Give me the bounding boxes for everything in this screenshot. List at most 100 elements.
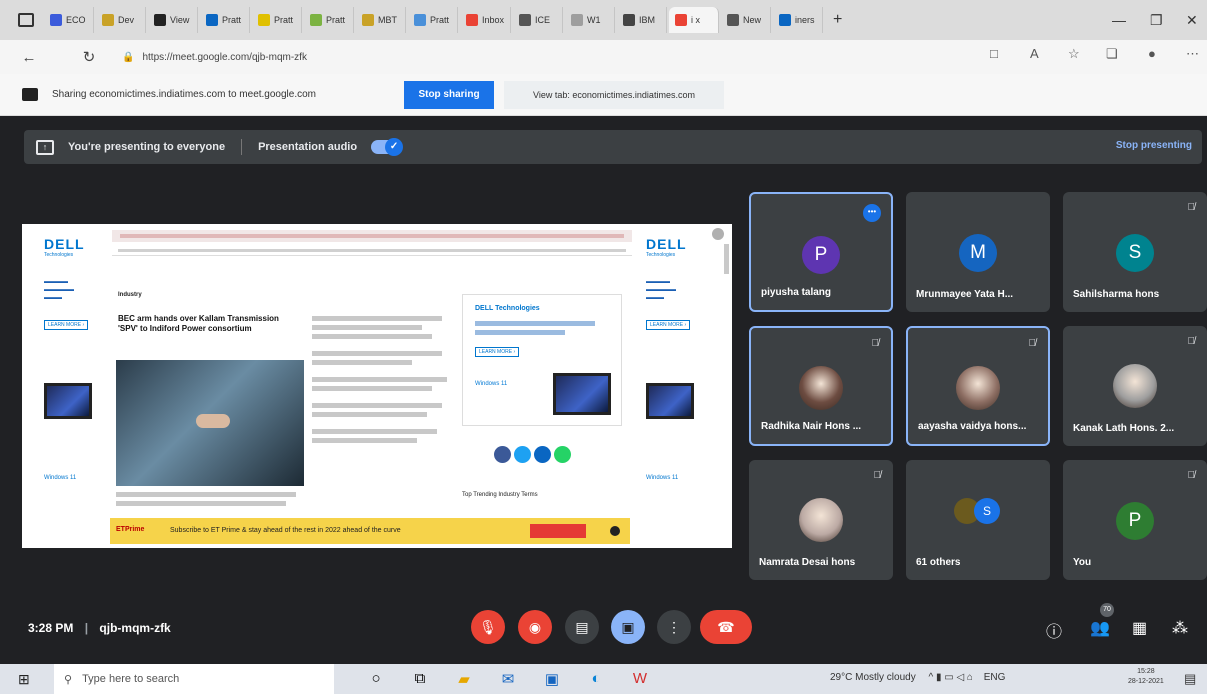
participant-tile[interactable]: S 61 others bbox=[906, 460, 1050, 580]
browser-tab[interactable]: ECO bbox=[44, 7, 94, 33]
notification-icon[interactable]: ▤ bbox=[1184, 671, 1196, 687]
mic-off-button[interactable]: 🎙 bbox=[471, 610, 505, 644]
whatsapp-icon[interactable] bbox=[554, 446, 571, 463]
store-icon[interactable]: ▣ bbox=[542, 670, 562, 688]
captions-button[interactable]: ▤ bbox=[565, 610, 599, 644]
people-icon[interactable]: 👥 bbox=[1090, 618, 1110, 638]
presentation-audio-toggle[interactable]: ✓ bbox=[371, 138, 404, 156]
scrollbar-thumb[interactable] bbox=[724, 244, 729, 274]
task-view-icon[interactable]: ⧉ bbox=[410, 670, 430, 687]
twitter-icon[interactable] bbox=[514, 446, 531, 463]
language-indicator[interactable]: ENG bbox=[984, 672, 1006, 683]
chat-icon[interactable]: ▦ bbox=[1132, 618, 1147, 638]
right-learn-more-button[interactable]: LEARN MORE › bbox=[646, 320, 691, 330]
taskbar-clock[interactable]: 15:28 28-12-2021 bbox=[1128, 667, 1164, 687]
more-options-icon[interactable]: ••• bbox=[863, 204, 881, 222]
tray-icons[interactable]: ^ ▮ ▭ ◁ ⌂ bbox=[928, 672, 973, 683]
linkedin-icon[interactable] bbox=[534, 446, 551, 463]
url-text: https://meet.google.com/qjb-mqm-zfk bbox=[142, 51, 307, 63]
browser-tab[interactable]: Dev bbox=[96, 7, 146, 33]
center-laptop-image bbox=[553, 373, 611, 415]
article-headline[interactable]: BEC arm hands over Kallam Transmission '… bbox=[118, 314, 298, 334]
refresh-icon[interactable]: ↻ bbox=[74, 48, 104, 66]
browser-tab[interactable]: Pratt bbox=[304, 7, 354, 33]
leave-call-button[interactable]: ☎ bbox=[700, 610, 752, 644]
tab-actions-icon[interactable] bbox=[18, 13, 34, 27]
participant-tile[interactable]: 🎙̸ Namrata Desai hons bbox=[749, 460, 893, 580]
browser-tab[interactable]: Pratt bbox=[408, 7, 458, 33]
settings-gear-icon[interactable] bbox=[712, 228, 724, 240]
left-learn-more-button[interactable]: LEARN MORE › bbox=[44, 320, 89, 330]
center-ad[interactable]: DELL Technologies LEARN MORE › Windows 1… bbox=[462, 294, 622, 426]
browser-tab[interactable]: W1 bbox=[565, 7, 616, 33]
edge-icon[interactable]: ◐ bbox=[586, 670, 606, 687]
profile-avatar[interactable]: ● bbox=[1148, 46, 1156, 61]
weather-text[interactable]: 29°C Mostly cloudy bbox=[830, 672, 916, 683]
back-arrow-icon[interactable]: ← bbox=[14, 49, 44, 66]
browser-tab[interactable]: ICE bbox=[513, 7, 564, 33]
participant-name: Sahilsharma hons bbox=[1073, 289, 1160, 300]
file-explorer-icon[interactable]: ▰ bbox=[454, 670, 474, 688]
tab-favicon-icon bbox=[675, 14, 688, 26]
tab-label: Dev bbox=[118, 15, 135, 25]
check-icon: ✓ bbox=[385, 138, 404, 156]
participant-tile[interactable]: 🎙̸ Kanak Lath Hons. 2... bbox=[1063, 326, 1207, 446]
view-tab-button[interactable]: View tab: economictimes.indiatimes.com bbox=[504, 80, 724, 109]
reader-icon[interactable]: □ bbox=[990, 46, 998, 61]
tab-label: View bbox=[170, 15, 190, 25]
browser-tab[interactable]: Pratt bbox=[252, 7, 302, 33]
favorites-star-icon[interactable]: ☆ bbox=[1068, 46, 1080, 62]
tab-favicon-icon bbox=[50, 14, 62, 26]
collections-icon[interactable]: ❏ bbox=[1106, 46, 1118, 62]
close-window-button[interactable]: ✕ bbox=[1186, 12, 1198, 29]
browser-tab-strip: ECO Dev View Pratt Pratt Pratt MBT Pratt Inbox IC… bbox=[0, 0, 1207, 40]
browser-menu-icon[interactable]: ⋯ bbox=[1186, 46, 1199, 62]
browser-tab[interactable]: iners bbox=[773, 7, 824, 33]
minimize-button[interactable]: — bbox=[1112, 12, 1126, 28]
restore-button[interactable]: ❐ bbox=[1150, 12, 1163, 29]
participant-name: Namrata Desai hons bbox=[759, 557, 856, 568]
browser-tab[interactable]: Inbox bbox=[460, 7, 512, 33]
tab-favicon-icon bbox=[571, 14, 584, 26]
browser-tab[interactable]: View bbox=[148, 7, 198, 33]
new-tab-button[interactable]: + bbox=[833, 11, 842, 29]
more-options-button[interactable]: ⋮ bbox=[657, 610, 691, 644]
wps-icon[interactable]: W bbox=[630, 670, 650, 687]
subscribe-button[interactable] bbox=[530, 524, 586, 538]
participant-tile[interactable]: M Mrunmayee Yata H... bbox=[906, 192, 1050, 312]
windows-start-icon[interactable]: ⊞ bbox=[18, 671, 34, 687]
stop-sharing-button[interactable]: Stop sharing bbox=[404, 80, 494, 109]
participant-tile[interactable]: P ••• piyusha talang bbox=[749, 192, 893, 312]
participant-tile[interactable]: 🎙̸ aayasha vaidya hons... bbox=[906, 326, 1050, 446]
center-learn-more-button[interactable]: LEARN MORE › bbox=[475, 347, 520, 357]
participant-tile[interactable]: P 🎙̸ You bbox=[1063, 460, 1207, 580]
tab-favicon-icon bbox=[310, 14, 322, 26]
browser-tab[interactable]: i x bbox=[669, 7, 720, 33]
stop-presenting-link[interactable]: Stop presenting bbox=[1116, 140, 1192, 151]
etprime-banner-text: Subscribe to ET Prime & stay ahead of th… bbox=[170, 527, 401, 534]
close-banner-icon[interactable] bbox=[610, 526, 620, 536]
browser-tab[interactable]: MBT bbox=[356, 7, 406, 33]
search-placeholder: Type here to search bbox=[82, 673, 180, 685]
etprime-banner[interactable]: ETPrime Subscribe to ET Prime & stay ahe… bbox=[110, 518, 630, 544]
address-bar[interactable]: 🔒 https://meet.google.com/qjb-mqm-zfk bbox=[114, 45, 894, 69]
meeting-details-icon[interactable]: ⓘ bbox=[1046, 618, 1062, 642]
browser-tab[interactable]: Pratt bbox=[200, 7, 250, 33]
facebook-icon[interactable] bbox=[494, 446, 511, 463]
participant-tile[interactable]: 🎙̸ Radhika Nair Hons ... bbox=[749, 326, 893, 446]
tab-label: i x bbox=[691, 15, 701, 25]
participant-tile[interactable]: S 🎙̸ Sahilsharma hons bbox=[1063, 192, 1207, 312]
windows-logo-right: Windows 11 bbox=[646, 475, 679, 481]
cortana-icon[interactable]: ○ bbox=[366, 670, 386, 687]
dell-subtitle-right: Technologies bbox=[646, 252, 676, 258]
left-ad-column: DELL Technologies ▬▬▬▬ ▬▬▬▬▬ ▬▬▬ LEARN MOR… bbox=[44, 236, 104, 481]
browser-tab[interactable]: New bbox=[721, 7, 772, 33]
taskbar-search[interactable]: ⚲ Type here to search bbox=[54, 664, 334, 694]
read-aloud-icon[interactable]: A bbox=[1030, 46, 1039, 61]
mail-icon[interactable]: ✉ bbox=[498, 670, 518, 688]
camera-off-button[interactable]: ◉ bbox=[518, 610, 552, 644]
present-now-button[interactable]: ▣ bbox=[611, 610, 645, 644]
lock-icon: 🔒 bbox=[122, 51, 135, 63]
browser-tab[interactable]: IBM bbox=[617, 7, 668, 33]
activities-icon[interactable]: ⁂ bbox=[1172, 618, 1188, 638]
